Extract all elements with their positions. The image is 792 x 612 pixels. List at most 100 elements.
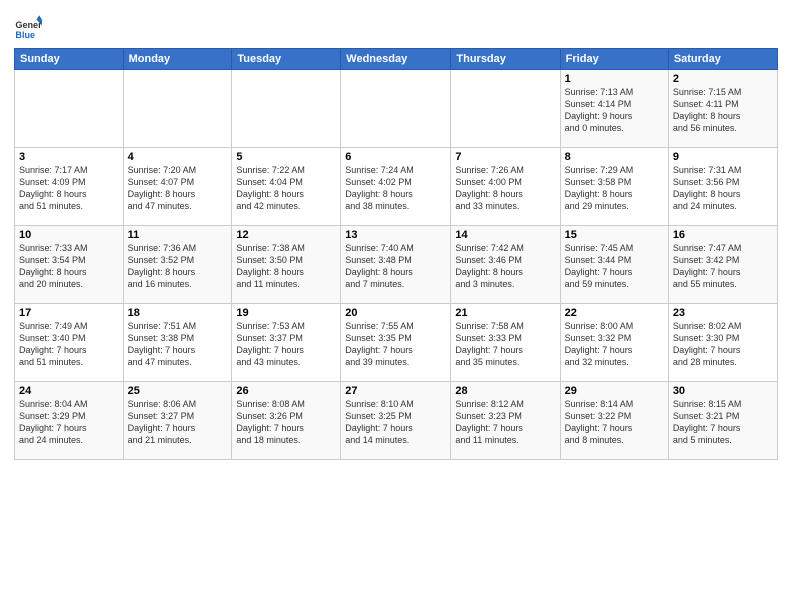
calendar-header-tuesday: Tuesday xyxy=(232,49,341,70)
day-number: 29 xyxy=(565,385,664,397)
day-info: Sunrise: 7:55 AM Sunset: 3:35 PM Dayligh… xyxy=(345,320,446,369)
calendar-cell: 6Sunrise: 7:24 AM Sunset: 4:02 PM Daylig… xyxy=(341,148,451,226)
calendar-cell xyxy=(232,70,341,148)
calendar-cell: 29Sunrise: 8:14 AM Sunset: 3:22 PM Dayli… xyxy=(560,382,668,460)
svg-text:General: General xyxy=(15,20,42,30)
day-number: 16 xyxy=(673,229,773,241)
day-info: Sunrise: 7:45 AM Sunset: 3:44 PM Dayligh… xyxy=(565,242,664,291)
day-info: Sunrise: 7:24 AM Sunset: 4:02 PM Dayligh… xyxy=(345,164,446,213)
day-number: 9 xyxy=(673,151,773,163)
day-info: Sunrise: 8:00 AM Sunset: 3:32 PM Dayligh… xyxy=(565,320,664,369)
calendar-cell: 24Sunrise: 8:04 AM Sunset: 3:29 PM Dayli… xyxy=(15,382,124,460)
day-info: Sunrise: 7:31 AM Sunset: 3:56 PM Dayligh… xyxy=(673,164,773,213)
day-number: 21 xyxy=(455,307,555,319)
day-number: 13 xyxy=(345,229,446,241)
calendar-week-5: 24Sunrise: 8:04 AM Sunset: 3:29 PM Dayli… xyxy=(15,382,778,460)
day-number: 25 xyxy=(128,385,228,397)
day-info: Sunrise: 7:26 AM Sunset: 4:00 PM Dayligh… xyxy=(455,164,555,213)
day-number: 22 xyxy=(565,307,664,319)
day-info: Sunrise: 8:08 AM Sunset: 3:26 PM Dayligh… xyxy=(236,398,336,447)
calendar-cell: 30Sunrise: 8:15 AM Sunset: 3:21 PM Dayli… xyxy=(668,382,777,460)
calendar-cell: 18Sunrise: 7:51 AM Sunset: 3:38 PM Dayli… xyxy=(123,304,232,382)
calendar-cell xyxy=(451,70,560,148)
calendar-cell: 17Sunrise: 7:49 AM Sunset: 3:40 PM Dayli… xyxy=(15,304,124,382)
day-info: Sunrise: 7:40 AM Sunset: 3:48 PM Dayligh… xyxy=(345,242,446,291)
day-number: 11 xyxy=(128,229,228,241)
day-number: 26 xyxy=(236,385,336,397)
day-info: Sunrise: 8:12 AM Sunset: 3:23 PM Dayligh… xyxy=(455,398,555,447)
day-number: 12 xyxy=(236,229,336,241)
day-number: 8 xyxy=(565,151,664,163)
day-number: 1 xyxy=(565,73,664,85)
calendar-cell: 27Sunrise: 8:10 AM Sunset: 3:25 PM Dayli… xyxy=(341,382,451,460)
calendar-header-wednesday: Wednesday xyxy=(341,49,451,70)
calendar-header-sunday: Sunday xyxy=(15,49,124,70)
day-info: Sunrise: 8:15 AM Sunset: 3:21 PM Dayligh… xyxy=(673,398,773,447)
calendar-cell: 21Sunrise: 7:58 AM Sunset: 3:33 PM Dayli… xyxy=(451,304,560,382)
day-info: Sunrise: 7:36 AM Sunset: 3:52 PM Dayligh… xyxy=(128,242,228,291)
calendar-cell: 15Sunrise: 7:45 AM Sunset: 3:44 PM Dayli… xyxy=(560,226,668,304)
calendar-cell: 13Sunrise: 7:40 AM Sunset: 3:48 PM Dayli… xyxy=(341,226,451,304)
day-number: 20 xyxy=(345,307,446,319)
day-info: Sunrise: 8:02 AM Sunset: 3:30 PM Dayligh… xyxy=(673,320,773,369)
day-info: Sunrise: 8:04 AM Sunset: 3:29 PM Dayligh… xyxy=(19,398,119,447)
header: General Blue xyxy=(14,10,778,42)
day-info: Sunrise: 7:38 AM Sunset: 3:50 PM Dayligh… xyxy=(236,242,336,291)
day-info: Sunrise: 7:17 AM Sunset: 4:09 PM Dayligh… xyxy=(19,164,119,213)
calendar-cell: 16Sunrise: 7:47 AM Sunset: 3:42 PM Dayli… xyxy=(668,226,777,304)
day-info: Sunrise: 8:06 AM Sunset: 3:27 PM Dayligh… xyxy=(128,398,228,447)
day-number: 17 xyxy=(19,307,119,319)
calendar-week-1: 1Sunrise: 7:13 AM Sunset: 4:14 PM Daylig… xyxy=(15,70,778,148)
calendar-cell: 4Sunrise: 7:20 AM Sunset: 4:07 PM Daylig… xyxy=(123,148,232,226)
calendar-cell: 9Sunrise: 7:31 AM Sunset: 3:56 PM Daylig… xyxy=(668,148,777,226)
day-info: Sunrise: 7:53 AM Sunset: 3:37 PM Dayligh… xyxy=(236,320,336,369)
calendar-cell: 26Sunrise: 8:08 AM Sunset: 3:26 PM Dayli… xyxy=(232,382,341,460)
calendar-table: SundayMondayTuesdayWednesdayThursdayFrid… xyxy=(14,48,778,460)
calendar-cell: 12Sunrise: 7:38 AM Sunset: 3:50 PM Dayli… xyxy=(232,226,341,304)
calendar-cell: 25Sunrise: 8:06 AM Sunset: 3:27 PM Dayli… xyxy=(123,382,232,460)
day-number: 30 xyxy=(673,385,773,397)
calendar-week-3: 10Sunrise: 7:33 AM Sunset: 3:54 PM Dayli… xyxy=(15,226,778,304)
day-number: 7 xyxy=(455,151,555,163)
calendar-cell: 1Sunrise: 7:13 AM Sunset: 4:14 PM Daylig… xyxy=(560,70,668,148)
calendar-week-2: 3Sunrise: 7:17 AM Sunset: 4:09 PM Daylig… xyxy=(15,148,778,226)
day-info: Sunrise: 7:15 AM Sunset: 4:11 PM Dayligh… xyxy=(673,86,773,135)
day-info: Sunrise: 7:22 AM Sunset: 4:04 PM Dayligh… xyxy=(236,164,336,213)
calendar-cell: 2Sunrise: 7:15 AM Sunset: 4:11 PM Daylig… xyxy=(668,70,777,148)
day-info: Sunrise: 8:14 AM Sunset: 3:22 PM Dayligh… xyxy=(565,398,664,447)
day-number: 15 xyxy=(565,229,664,241)
day-info: Sunrise: 7:29 AM Sunset: 3:58 PM Dayligh… xyxy=(565,164,664,213)
day-info: Sunrise: 7:49 AM Sunset: 3:40 PM Dayligh… xyxy=(19,320,119,369)
day-number: 27 xyxy=(345,385,446,397)
svg-text:Blue: Blue xyxy=(15,30,35,40)
day-info: Sunrise: 7:58 AM Sunset: 3:33 PM Dayligh… xyxy=(455,320,555,369)
calendar-header-friday: Friday xyxy=(560,49,668,70)
calendar-cell xyxy=(123,70,232,148)
calendar-cell: 7Sunrise: 7:26 AM Sunset: 4:00 PM Daylig… xyxy=(451,148,560,226)
day-info: Sunrise: 7:20 AM Sunset: 4:07 PM Dayligh… xyxy=(128,164,228,213)
day-number: 6 xyxy=(345,151,446,163)
calendar-cell: 11Sunrise: 7:36 AM Sunset: 3:52 PM Dayli… xyxy=(123,226,232,304)
calendar-cell: 23Sunrise: 8:02 AM Sunset: 3:30 PM Dayli… xyxy=(668,304,777,382)
day-number: 23 xyxy=(673,307,773,319)
calendar-cell: 5Sunrise: 7:22 AM Sunset: 4:04 PM Daylig… xyxy=(232,148,341,226)
calendar-cell: 14Sunrise: 7:42 AM Sunset: 3:46 PM Dayli… xyxy=(451,226,560,304)
day-info: Sunrise: 7:33 AM Sunset: 3:54 PM Dayligh… xyxy=(19,242,119,291)
day-number: 18 xyxy=(128,307,228,319)
calendar-cell xyxy=(341,70,451,148)
day-info: Sunrise: 8:10 AM Sunset: 3:25 PM Dayligh… xyxy=(345,398,446,447)
day-number: 14 xyxy=(455,229,555,241)
logo-icon: General Blue xyxy=(14,14,42,42)
page: General Blue SundayMondayTuesdayWednesda… xyxy=(0,0,792,612)
day-number: 3 xyxy=(19,151,119,163)
day-number: 2 xyxy=(673,73,773,85)
calendar-cell: 19Sunrise: 7:53 AM Sunset: 3:37 PM Dayli… xyxy=(232,304,341,382)
day-info: Sunrise: 7:51 AM Sunset: 3:38 PM Dayligh… xyxy=(128,320,228,369)
calendar-week-4: 17Sunrise: 7:49 AM Sunset: 3:40 PM Dayli… xyxy=(15,304,778,382)
calendar-header-row: SundayMondayTuesdayWednesdayThursdayFrid… xyxy=(15,49,778,70)
day-number: 5 xyxy=(236,151,336,163)
day-number: 4 xyxy=(128,151,228,163)
calendar-cell xyxy=(15,70,124,148)
calendar-header-saturday: Saturday xyxy=(668,49,777,70)
calendar-cell: 3Sunrise: 7:17 AM Sunset: 4:09 PM Daylig… xyxy=(15,148,124,226)
